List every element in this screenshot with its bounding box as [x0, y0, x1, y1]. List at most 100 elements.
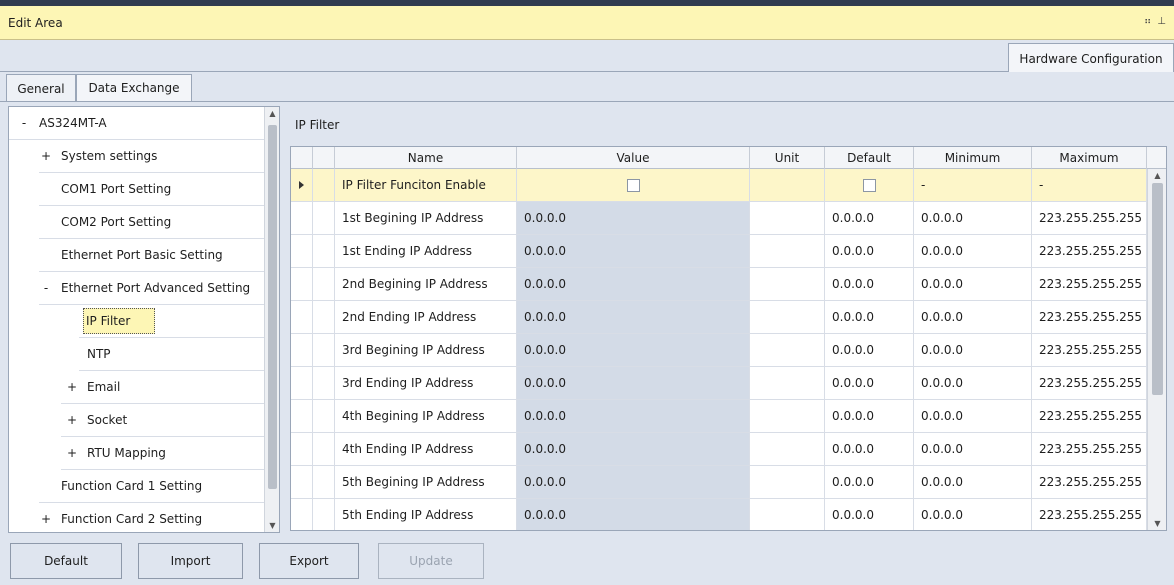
expand-icon[interactable]: +: [39, 512, 53, 526]
collapse-icon[interactable]: -: [17, 116, 31, 130]
grid-corner: [1147, 147, 1166, 169]
scroll-up-icon[interactable]: ▲: [1148, 171, 1166, 180]
cell-minimum: 0.0.0.0: [914, 433, 1032, 465]
cell-maximum: 223.255.255.255: [1032, 433, 1147, 465]
row-header-cell: [291, 202, 313, 234]
table-row[interactable]: 2nd Ending IP Address 0.0.0.0 0.0.0.0 0.0.0…: [291, 301, 1147, 334]
table-row[interactable]: 1st Ending IP Address 0.0.0.0 0.0.0.0 0.0.0…: [291, 235, 1147, 268]
column-header-unit[interactable]: Unit: [750, 147, 825, 169]
cell-maximum: 223.255.255.255: [1032, 301, 1147, 333]
column-header-maximum[interactable]: Maximum: [1032, 147, 1147, 169]
expand-icon[interactable]: +: [65, 446, 79, 460]
cell-minimum: 0.0.0.0: [914, 235, 1032, 267]
grid-scrollbar[interactable]: ▲ ▼: [1147, 169, 1166, 530]
table-row[interactable]: 5th Ending IP Address 0.0.0.0 0.0.0.0 0.0.0…: [291, 499, 1147, 530]
cell-value[interactable]: 0.0.0.0: [517, 235, 750, 267]
tree-item-as324mt-a[interactable]: - AS324MT-A: [9, 107, 265, 140]
expand-icon[interactable]: +: [65, 413, 79, 427]
cell-minimum: 0.0.0.0: [914, 400, 1032, 432]
tab-general[interactable]: General: [6, 74, 76, 102]
pin-icon[interactable]: ⊥: [1157, 16, 1166, 27]
tree-item-email[interactable]: + Email: [61, 371, 265, 404]
row-header-cell: [291, 400, 313, 432]
table-row[interactable]: 4th Ending IP Address 0.0.0.0 0.0.0.0 0.0.0…: [291, 433, 1147, 466]
cell-name: IP Filter Funciton Enable: [335, 169, 517, 201]
column-header-minimum[interactable]: Minimum: [914, 147, 1032, 169]
cell-unit: [750, 400, 825, 432]
column-header-default[interactable]: Default: [825, 147, 914, 169]
cell-default: 0.0.0.0: [825, 268, 914, 300]
column-header-value[interactable]: Value: [517, 147, 750, 169]
cell-default: 0.0.0.0: [825, 235, 914, 267]
tree-item-rtu-mapping[interactable]: + RTU Mapping: [61, 437, 265, 470]
cell-minimum: 0.0.0.0: [914, 367, 1032, 399]
table-row[interactable]: 3rd Ending IP Address 0.0.0.0 0.0.0.0 0.0.0…: [291, 367, 1147, 400]
grid-scroll-thumb[interactable]: [1152, 183, 1163, 395]
enable-checkbox[interactable]: [626, 178, 640, 192]
table-row[interactable]: 2nd Begining IP Address 0.0.0.0 0.0.0.0 0.0…: [291, 268, 1147, 301]
row-header-cell: [291, 301, 313, 333]
scroll-down-icon[interactable]: ▼: [265, 521, 279, 530]
table-row[interactable]: IP Filter Funciton Enable - -: [291, 169, 1147, 202]
cell-maximum: -: [1032, 169, 1147, 201]
parameter-grid: Name Value Unit Default Minimum Maximum …: [290, 146, 1167, 531]
export-button[interactable]: Export: [259, 543, 359, 579]
update-button[interactable]: Update: [378, 543, 484, 579]
collapse-icon[interactable]: -: [39, 281, 53, 295]
default-button[interactable]: Default: [10, 543, 122, 579]
cell-name: 2nd Begining IP Address: [335, 268, 517, 300]
scroll-down-icon[interactable]: ▼: [1148, 519, 1166, 528]
tree-item-ethernet-basic[interactable]: Ethernet Port Basic Setting: [39, 239, 265, 272]
tab-hardware-configuration[interactable]: Hardware Configuration: [1008, 43, 1174, 73]
tree-item-system-settings[interactable]: + System settings: [39, 140, 265, 173]
cell-value[interactable]: 0.0.0.0: [517, 466, 750, 498]
table-row[interactable]: 4th Begining IP Address 0.0.0.0 0.0.0.0 0.0…: [291, 400, 1147, 433]
document-tab-strip: Hardware Configuration: [0, 40, 1174, 73]
cell-name: 2nd Ending IP Address: [335, 301, 517, 333]
float-window-icon[interactable]: ⠶: [1144, 16, 1151, 27]
edit-area-title-bar: Edit Area ⠶ ⊥: [0, 6, 1174, 40]
cell-maximum: 223.255.255.255: [1032, 268, 1147, 300]
cell-value[interactable]: 0.0.0.0: [517, 334, 750, 366]
tree-scroll-thumb[interactable]: [268, 125, 277, 489]
cell-name: 5th Ending IP Address: [335, 499, 517, 530]
cell-value[interactable]: 0.0.0.0: [517, 400, 750, 432]
expand-icon[interactable]: +: [65, 380, 79, 394]
tree-scrollbar[interactable]: ▲ ▼: [264, 107, 279, 532]
tree-item-ethernet-advanced[interactable]: - Ethernet Port Advanced Setting: [39, 272, 265, 305]
import-button[interactable]: Import: [138, 543, 243, 579]
table-row[interactable]: 1st Begining IP Address 0.0.0.0 0.0.0.0 0.0…: [291, 202, 1147, 235]
tree-item-socket[interactable]: + Socket: [61, 404, 265, 437]
cell-maximum: 223.255.255.255: [1032, 466, 1147, 498]
scroll-up-icon[interactable]: ▲: [265, 109, 279, 118]
cell-default: 0.0.0.0: [825, 466, 914, 498]
tree-item-com1-port-setting[interactable]: COM1 Port Setting: [39, 173, 265, 206]
table-row[interactable]: 5th Begining IP Address 0.0.0.0 0.0.0.0 0.0…: [291, 466, 1147, 499]
row-header-cell: [313, 235, 335, 267]
cell-name: 4th Begining IP Address: [335, 400, 517, 432]
cell-value[interactable]: 0.0.0.0: [517, 499, 750, 530]
tree-item-function-card-1[interactable]: Function Card 1 Setting: [39, 470, 265, 503]
tree-item-ip-filter[interactable]: IP Filter: [79, 305, 265, 338]
cell-value[interactable]: 0.0.0.0: [517, 433, 750, 465]
cell-value[interactable]: 0.0.0.0: [517, 301, 750, 333]
cell-minimum: 0.0.0.0: [914, 466, 1032, 498]
cell-name: 4th Ending IP Address: [335, 433, 517, 465]
tree-item-com2-port-setting[interactable]: COM2 Port Setting: [39, 206, 265, 239]
cell-default: 0.0.0.0: [825, 301, 914, 333]
tab-data-exchange[interactable]: Data Exchange: [76, 74, 192, 102]
tree-item-function-card-2[interactable]: + Function Card 2 Setting: [39, 503, 265, 532]
cell-name: 1st Ending IP Address: [335, 235, 517, 267]
cell-value[interactable]: 0.0.0.0: [517, 268, 750, 300]
tree-item-ntp[interactable]: NTP: [79, 338, 265, 371]
cell-value[interactable]: 0.0.0.0: [517, 367, 750, 399]
settings-tree: - AS324MT-A + System settings COM1 Port …: [8, 106, 280, 533]
table-row[interactable]: 3rd Begining IP Address 0.0.0.0 0.0.0.0 0.0…: [291, 334, 1147, 367]
row-header-cell: [313, 301, 335, 333]
expand-icon[interactable]: +: [39, 149, 53, 163]
cell-value[interactable]: [517, 169, 750, 201]
column-header-name[interactable]: Name: [335, 147, 517, 169]
cell-value[interactable]: 0.0.0.0: [517, 202, 750, 234]
row-header-cell: [313, 400, 335, 432]
row-header-cell: [313, 367, 335, 399]
